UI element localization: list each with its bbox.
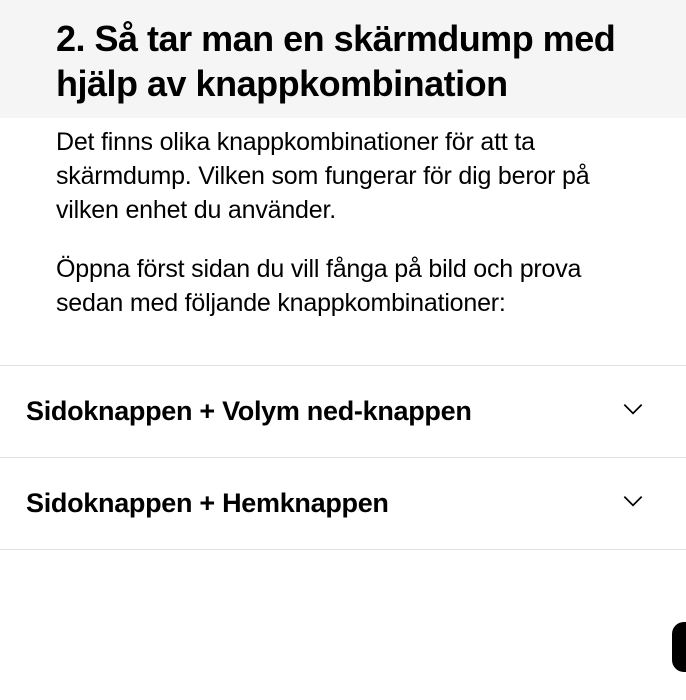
- accordion-item-side-volume[interactable]: Sidoknappen + Volym ned-knappen: [0, 365, 686, 458]
- chevron-down-icon: [620, 488, 646, 519]
- section-heading: 2. Så tar man en skärmdump med hjälp av …: [56, 16, 638, 106]
- body-paragraph: Det finns olika knappkombinationer för a…: [56, 126, 626, 227]
- section-body: Det finns olika knappkombinationer för a…: [0, 118, 686, 321]
- section-heading-block: 2. Så tar man en skärmdump med hjälp av …: [0, 0, 686, 118]
- accordion-item-label: Sidoknappen + Hemknappen: [26, 488, 389, 519]
- floating-widget-edge[interactable]: [672, 622, 686, 672]
- accordion: Sidoknappen + Volym ned-knappen Sidoknap…: [0, 365, 686, 550]
- chevron-down-icon: [620, 396, 646, 427]
- accordion-item-side-home[interactable]: Sidoknappen + Hemknappen: [0, 458, 686, 550]
- body-paragraph: Öppna först sidan du vill fånga på bild …: [56, 253, 626, 321]
- accordion-item-label: Sidoknappen + Volym ned-knappen: [26, 396, 472, 427]
